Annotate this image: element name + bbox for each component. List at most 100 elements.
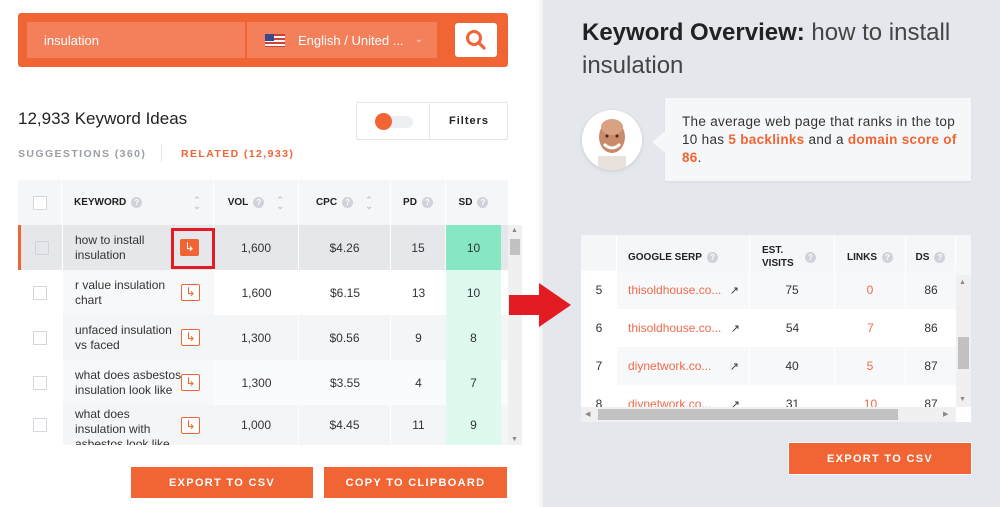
column-vol[interactable]: VOL? ⌃ ⌄: [214, 180, 299, 225]
tab-related[interactable]: RELATED (12,933): [181, 148, 294, 160]
backlinks-highlight: 5 backlinks: [728, 132, 805, 147]
filter-toggle[interactable]: [375, 113, 413, 130]
row-checkbox[interactable]: [33, 418, 47, 432]
language-select[interactable]: English / United ... ⌄: [247, 22, 437, 58]
row-checkbox[interactable]: [34, 240, 49, 255]
sort-icon[interactable]: ⌃ ⌄: [193, 195, 201, 210]
help-icon[interactable]: ?: [805, 251, 816, 263]
scroll-thumb[interactable]: [958, 337, 969, 369]
filters-button[interactable]: Filters: [430, 103, 508, 139]
help-icon[interactable]: ?: [131, 197, 143, 208]
help-icon[interactable]: ?: [421, 197, 433, 208]
export-csv-button[interactable]: EXPORT TO CSV: [130, 466, 314, 499]
table-row[interactable]: what does insulation with asbestos look …: [18, 405, 508, 445]
insight-bubble: The average web page that ranks in the t…: [652, 98, 971, 181]
help-icon[interactable]: ?: [934, 251, 946, 263]
serp-link[interactable]: thisoldhouse.co...: [628, 321, 721, 335]
keyword-text[interactable]: how to install insulation: [75, 233, 170, 263]
column-keyword[interactable]: KEYWORD? ⌃ ⌄: [62, 180, 214, 225]
open-overview-icon[interactable]: ↳: [181, 374, 200, 391]
scroll-left-icon[interactable]: ◀: [585, 410, 590, 418]
cpc-cell: $4.45: [299, 405, 391, 445]
scroll-right-icon[interactable]: ▶: [943, 410, 948, 418]
column-sd[interactable]: SD?: [446, 180, 501, 225]
external-link-icon[interactable]: ↗: [730, 284, 739, 297]
toggle-knob[interactable]: [375, 113, 392, 130]
row-checkbox[interactable]: [33, 330, 47, 345]
ds-cell: 86: [924, 283, 938, 297]
tab-suggestions[interactable]: SUGGESTIONS (360): [18, 148, 146, 160]
table-row[interactable]: unfaced insulation vs faced ↳ 1,300 $0.56…: [18, 315, 508, 360]
column-pd[interactable]: PD?: [391, 180, 446, 225]
scroll-down-icon[interactable]: ▼: [959, 396, 966, 403]
overview-title: Keyword Overview: how to install insulat…: [582, 16, 952, 82]
table-row[interactable]: what does asbestos insulation look like ↳…: [18, 360, 508, 405]
links-cell[interactable]: 0: [835, 271, 906, 309]
scroll-up-icon[interactable]: ▲: [511, 227, 518, 234]
keyword-text[interactable]: r value insulation chart: [75, 278, 175, 308]
visits-cell: 75: [750, 271, 835, 309]
serp-vertical-scrollbar[interactable]: ▲ ▼: [956, 275, 971, 407]
search-input[interactable]: insulation: [27, 22, 245, 58]
overview-export-csv-button[interactable]: EXPORT TO CSV: [788, 442, 972, 475]
tip-text: .: [697, 150, 702, 165]
help-icon[interactable]: ?: [477, 197, 489, 208]
row-checkbox[interactable]: [33, 375, 47, 390]
serp-link[interactable]: diynetwork.co...: [628, 359, 711, 373]
keyword-text[interactable]: what does insulation with asbestos look …: [75, 407, 175, 446]
rank-cell: 6: [595, 321, 603, 335]
chevron-down-icon: ⌄: [414, 34, 423, 45]
copy-clipboard-button[interactable]: COPY TO CLIPBOARD: [323, 466, 508, 499]
open-overview-icon[interactable]: ↳: [181, 284, 200, 301]
sort-icon[interactable]: ⌃ ⌄: [276, 195, 285, 210]
ds-cell: 87: [924, 359, 938, 373]
links-cell[interactable]: 10: [835, 385, 906, 407]
open-overview-icon[interactable]: ↳: [181, 417, 200, 434]
help-icon[interactable]: ?: [706, 251, 718, 263]
scroll-up-icon[interactable]: ▲: [959, 279, 966, 286]
table-row[interactable]: r value insulation chart ↳ 1,600 $6.15 13…: [18, 270, 508, 315]
scroll-down-icon[interactable]: ▼: [511, 436, 518, 443]
header-label: GOOGLE SERP: [628, 251, 702, 263]
highlight-box: [171, 228, 215, 269]
pd-cell: 13: [411, 285, 426, 300]
select-all-checkbox[interactable]: [32, 195, 47, 210]
links-cell[interactable]: 5: [835, 347, 906, 385]
table-scrollbar[interactable]: ▲ ▼: [508, 225, 522, 445]
help-icon[interactable]: ?: [882, 251, 893, 263]
help-icon[interactable]: ?: [253, 197, 265, 208]
ds-cell: 87: [924, 397, 938, 407]
serp-table: GOOGLE SERP? EST. VISITS? LINKS? DS? 5 t…: [581, 235, 971, 422]
table-header: KEYWORD? ⌃ ⌄ VOL? ⌃ ⌄ CPC? ⌃ ⌄ PD? SD?: [18, 180, 508, 225]
sd-cell: 10: [446, 225, 501, 270]
keyword-ideas-panel: insulation English / United ... ⌄ 12,933…: [0, 0, 543, 507]
open-overview-icon[interactable]: ↳: [181, 329, 200, 346]
external-link-icon[interactable]: ↗: [731, 398, 740, 408]
rank-cell: 8: [595, 397, 603, 407]
vol-cell: 1,300: [214, 315, 299, 360]
column-cpc[interactable]: CPC? ⌃ ⌄: [299, 180, 391, 225]
scroll-thumb[interactable]: [510, 239, 520, 255]
table-row[interactable]: how to install insulation ↳ 1,600 $4.26 1…: [18, 225, 508, 270]
serp-horizontal-scrollbar[interactable]: ◀ ▶: [581, 407, 956, 422]
serp-link[interactable]: diynetwork.co...: [628, 397, 711, 407]
serp-link[interactable]: thisoldhouse.co...: [628, 283, 721, 297]
header-label: VOL: [227, 197, 249, 208]
keyword-text[interactable]: unfaced insulation vs faced: [75, 323, 180, 353]
help-icon[interactable]: ?: [342, 197, 354, 208]
keyword-text[interactable]: what does asbestos insulation look like: [75, 368, 187, 398]
vol-cell: 1,600: [214, 225, 299, 270]
title-label: Keyword Overview:: [582, 19, 805, 46]
header-label: CPC: [315, 197, 338, 208]
cpc-cell: $3.55: [329, 375, 361, 390]
links-cell[interactable]: 7: [835, 309, 906, 347]
search-button[interactable]: [455, 23, 497, 57]
sd-cell: 10: [446, 270, 501, 315]
sort-icon[interactable]: ⌃ ⌄: [365, 195, 373, 210]
header-label: SD: [458, 197, 473, 208]
external-link-icon[interactable]: ↗: [731, 322, 740, 335]
scroll-thumb[interactable]: [598, 409, 898, 420]
external-link-icon[interactable]: ↗: [730, 360, 739, 373]
search-icon: [466, 30, 486, 50]
row-checkbox[interactable]: [33, 285, 47, 300]
